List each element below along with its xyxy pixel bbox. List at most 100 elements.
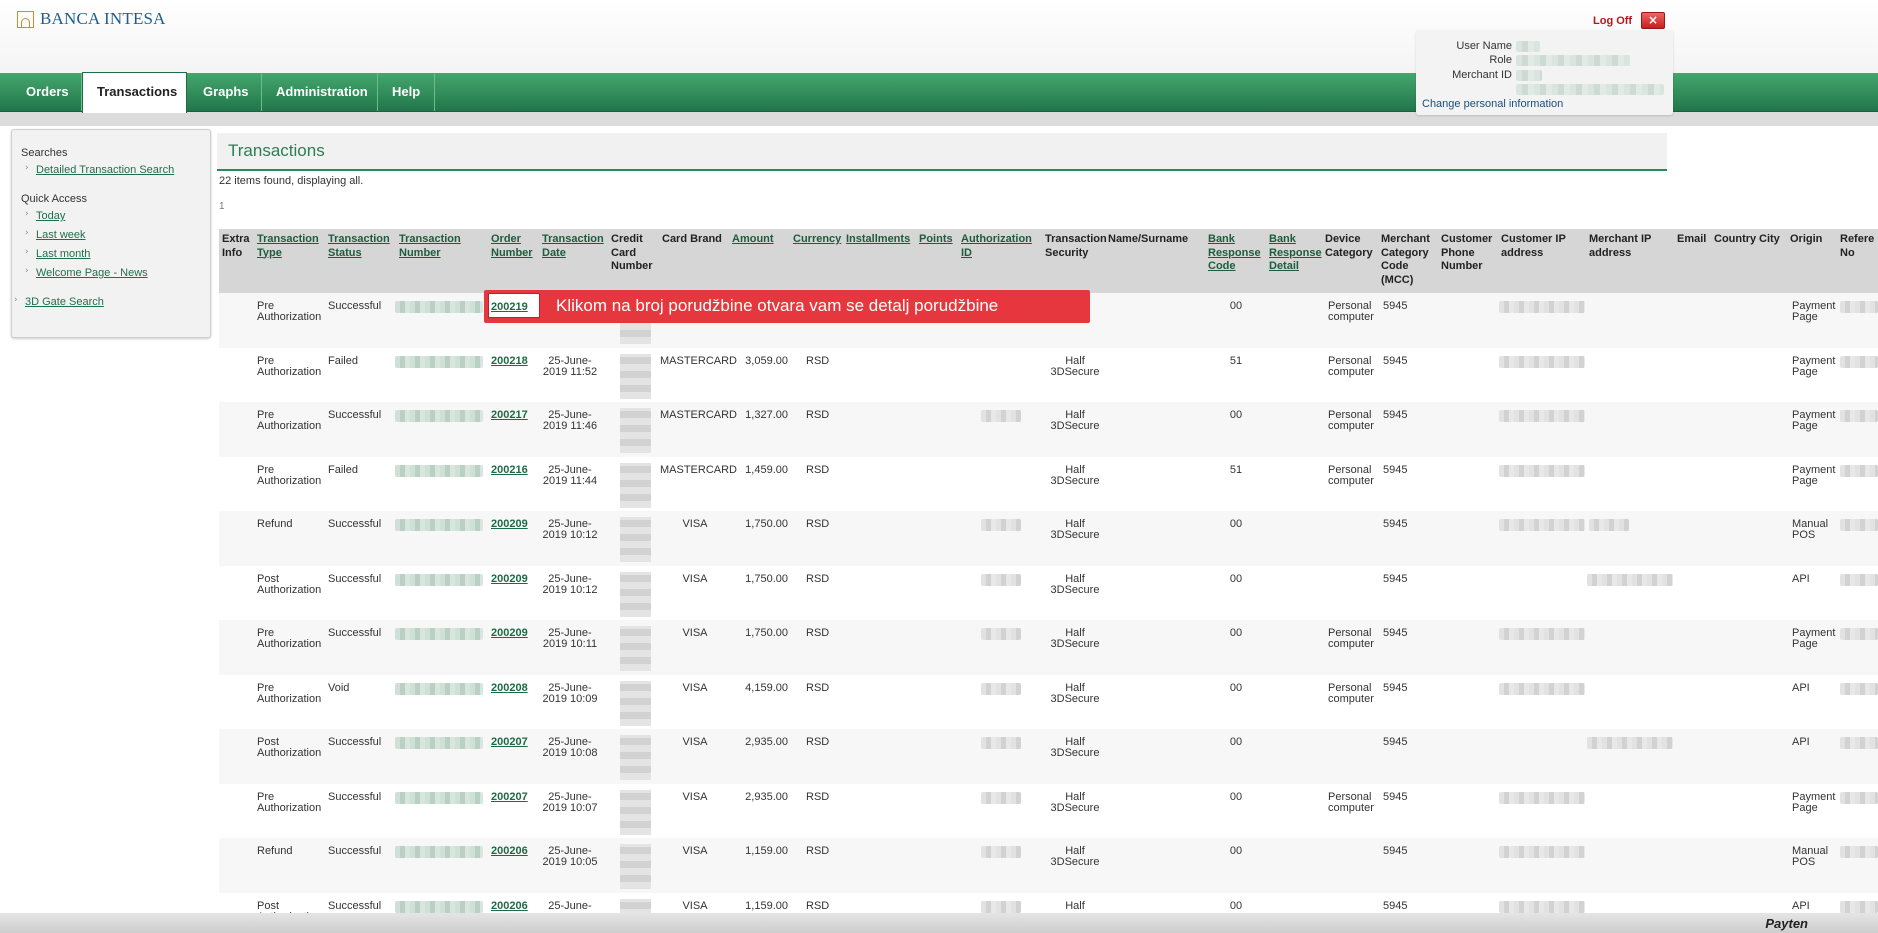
customer-ip-redacted — [1499, 464, 1585, 477]
transaction-number-redacted — [395, 464, 483, 477]
origin: API — [1792, 572, 1810, 585]
card-number-redacted — [620, 353, 651, 399]
col-header-order-number[interactable]: Order Number — [491, 233, 533, 260]
customer-ip-redacted — [1499, 519, 1585, 531]
origin: Payment Page — [1792, 627, 1836, 650]
highlighted-order-box[interactable]: 200219 — [488, 293, 540, 318]
reference-no-redacted — [1840, 301, 1878, 313]
col-header-bank-response-code[interactable]: Bank Response Code — [1208, 233, 1261, 274]
table-row: Post Authorization Successful 200209 25-Jun… — [219, 565, 1878, 620]
currency: RSD — [806, 845, 830, 857]
amount: 1,750.00 — [745, 627, 788, 639]
order-number-link[interactable]: 200218 — [491, 355, 528, 367]
merchant-id-label: Merchant ID — [1452, 69, 1512, 81]
device-category: Personal computer — [1328, 627, 1374, 650]
customer-ip-redacted — [1499, 355, 1585, 368]
device-category: Personal computer — [1328, 409, 1374, 432]
col-header-bank-response-detail[interactable]: Bank Response Detail — [1269, 233, 1322, 274]
transaction-security: Half 3DSecure — [1050, 627, 1100, 650]
transaction-type: Pre Authorization — [257, 463, 322, 487]
detailed-transaction-search-link[interactable]: Detailed Transaction Search — [36, 164, 174, 176]
close-icon[interactable]: × — [1641, 12, 1665, 29]
merchant-id-value-redacted — [1516, 70, 1542, 81]
order-number-link[interactable]: 200217 — [491, 410, 528, 421]
mcc: 5945 — [1383, 736, 1408, 748]
brand-name: BANCA INTESA — [40, 9, 166, 28]
mcc: 5945 — [1383, 354, 1408, 367]
tab-administration[interactable]: Administration — [262, 73, 378, 111]
col-header-transaction-security: Transaction Security — [1045, 233, 1107, 259]
transaction-security: Half 3DSecure — [1050, 790, 1100, 814]
currency: RSD — [806, 899, 830, 912]
col-header-mcc: Merchant Category Code (MCC) — [1381, 233, 1430, 286]
bank-emblem-icon — [17, 10, 34, 28]
merchant-name-redacted — [1516, 84, 1664, 95]
device-category: Personal computer — [1328, 354, 1374, 378]
card-number-redacted — [620, 571, 651, 617]
order-number-link[interactable]: 200209 — [491, 519, 528, 530]
card-brand: MASTERCARD — [660, 354, 738, 367]
table-row: Pre Authorization Successful 200217 25-June… — [219, 402, 1878, 457]
col-header-currency[interactable]: Currency — [793, 233, 841, 247]
bank-response-code: 00 — [1229, 300, 1243, 312]
quick-link-today[interactable]: Today — [36, 210, 65, 222]
transaction-number-redacted — [395, 519, 483, 531]
transaction-type: Pre Authorization — [257, 300, 322, 323]
col-header-transaction-type[interactable]: Transaction Type — [257, 233, 319, 260]
card-brand: VISA — [682, 627, 708, 639]
mcc: 5945 — [1383, 409, 1408, 421]
order-number-link[interactable]: 200207 — [491, 737, 528, 748]
merchant-ip-redacted — [1587, 737, 1673, 749]
col-header-transaction-status[interactable]: Transaction Status — [328, 233, 390, 260]
amount: 1,459.00 — [745, 463, 788, 476]
tab-help[interactable]: Help — [378, 73, 435, 111]
col-header-authorization-id[interactable]: Authorization ID — [961, 233, 1032, 260]
authorization-id-redacted — [981, 737, 1021, 749]
reference-no-redacted — [1840, 737, 1878, 749]
col-header-points[interactable]: Points — [919, 233, 953, 247]
order-number-link[interactable]: 200207 — [491, 791, 528, 803]
origin: Payment Page — [1792, 354, 1836, 378]
quick-link-last-week[interactable]: Last week — [36, 229, 86, 241]
tab-graphs[interactable]: Graphs — [189, 73, 262, 111]
currency: RSD — [806, 572, 830, 585]
amount: 2,935.00 — [745, 790, 788, 803]
col-header-customer-phone: Customer Phone Number — [1441, 233, 1493, 272]
change-personal-info-link[interactable]: Change personal information — [1422, 98, 1563, 110]
reference-no-redacted — [1840, 410, 1878, 422]
col-header-amount[interactable]: Amount — [732, 233, 774, 247]
reference-no-redacted — [1840, 846, 1878, 858]
col-header-transaction-number[interactable]: Transaction Number — [399, 233, 461, 260]
tab-orders[interactable]: Orders — [12, 73, 82, 111]
highlighted-order-link[interactable]: 200219 — [491, 301, 528, 313]
page-number[interactable]: 1 — [219, 201, 225, 212]
order-number-link[interactable]: 200209 — [491, 628, 528, 639]
order-number-link[interactable]: 200208 — [491, 682, 528, 694]
card-number-redacted — [620, 680, 651, 726]
order-number-link[interactable]: 200206 — [491, 900, 528, 912]
transaction-number-redacted — [395, 573, 483, 586]
order-number-link[interactable]: 200216 — [491, 464, 528, 476]
col-header-installments[interactable]: Installments — [846, 233, 910, 247]
order-number-link[interactable]: 200209 — [491, 573, 528, 585]
col-header-transaction-date[interactable]: Transaction Date — [542, 233, 604, 260]
logoff-link[interactable]: Log Off — [1593, 15, 1632, 27]
transaction-security: Half 3DSecure — [1050, 463, 1100, 487]
transaction-status: Successful — [328, 627, 382, 639]
mcc: 5945 — [1383, 790, 1408, 803]
transaction-date: 25-June- 2019 10:09 — [542, 681, 598, 705]
origin: Payment Page — [1792, 463, 1836, 487]
bank-response-code: 00 — [1229, 790, 1243, 803]
quick-link-last-month[interactable]: Last month — [36, 248, 90, 260]
3d-gate-search-link[interactable]: 3D Gate Search — [25, 296, 104, 308]
col-header-card-brand: Card Brand — [662, 233, 722, 245]
order-number-link[interactable]: 200206 — [491, 846, 528, 857]
transaction-date: 25-June- 2019 10:07 — [542, 790, 598, 814]
transaction-number-redacted — [395, 301, 483, 313]
tab-transactions[interactable]: Transactions — [82, 72, 187, 113]
col-header-customer-ip: Customer IP address — [1501, 233, 1566, 259]
quick-link-welcome-news[interactable]: Welcome Page - News — [36, 267, 148, 279]
device-category: Personal computer — [1328, 681, 1374, 705]
currency: RSD — [806, 409, 830, 421]
col-header-extra-info: Extra Info — [222, 233, 250, 259]
